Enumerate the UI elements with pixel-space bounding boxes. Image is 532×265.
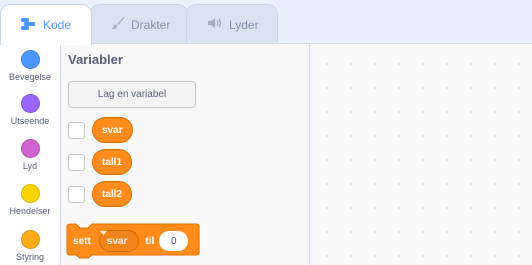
variable-row: tall1: [68, 149, 133, 175]
to-label: til: [145, 235, 155, 247]
value-input[interactable]: 0: [159, 231, 189, 251]
variable-row: svar: [68, 117, 133, 143]
code-icon: [21, 17, 37, 33]
dropdown-value: svar: [106, 235, 128, 247]
tab-costumes[interactable]: Drakter: [90, 4, 188, 44]
variable-row: tall2: [68, 181, 133, 207]
category-label: Hendelser: [9, 206, 51, 216]
variable-checkbox[interactable]: [68, 121, 85, 139]
make-variable-button[interactable]: Lag en variabel: [68, 81, 196, 108]
category-events[interactable]: Hendelser: [0, 184, 60, 216]
scratch-editor: Kode Drakter Lyder Bevegelse Utseende Ly…: [0, 0, 532, 265]
tab-sounds[interactable]: Lyder: [186, 4, 278, 44]
category-menu: Bevegelse Utseende Lyd Hendelser Styring: [0, 43, 61, 265]
category-control[interactable]: Styring: [0, 230, 60, 262]
variable-reporter[interactable]: tall2: [92, 181, 133, 207]
tab-costumes-label: Drakter: [131, 17, 171, 32]
variable-checkbox[interactable]: [68, 185, 85, 203]
category-dot: [20, 50, 40, 69]
category-motion[interactable]: Bevegelse: [0, 50, 60, 82]
category-label: Styring: [15, 252, 44, 262]
category-dot: [20, 139, 40, 158]
brush-icon: [111, 16, 125, 33]
tab-sounds-label: Lyder: [229, 17, 259, 32]
category-looks[interactable]: Utseende: [0, 94, 60, 126]
set-variable-block[interactable]: sett svar til 0: [66, 223, 200, 259]
category-label: Bevegelse: [8, 72, 52, 82]
category-sound[interactable]: Lyd: [0, 139, 60, 171]
category-label: Utseende: [10, 116, 50, 126]
tab-code[interactable]: Kode: [0, 4, 92, 45]
category-dot: [20, 94, 40, 113]
set-block-content: sett svar til 0: [66, 227, 189, 255]
script-workspace[interactable]: [311, 43, 532, 265]
palette-title: Variabler: [68, 52, 123, 67]
variable-reporter[interactable]: svar: [92, 117, 133, 143]
variable-dropdown[interactable]: svar: [98, 230, 140, 252]
variable-checkbox[interactable]: [68, 153, 85, 171]
block-palette: Variabler Lag en variabel svar tall1 tal…: [61, 43, 310, 265]
category-label: Lyd: [22, 161, 38, 171]
category-dot: [20, 184, 40, 203]
variable-reporter[interactable]: tall1: [92, 149, 133, 175]
tab-code-label: Kode: [43, 18, 72, 32]
set-label: sett: [73, 235, 91, 247]
category-dot: [20, 230, 40, 249]
tab-bar: Kode Drakter Lyder: [0, 0, 532, 45]
sound-icon: [207, 17, 223, 32]
